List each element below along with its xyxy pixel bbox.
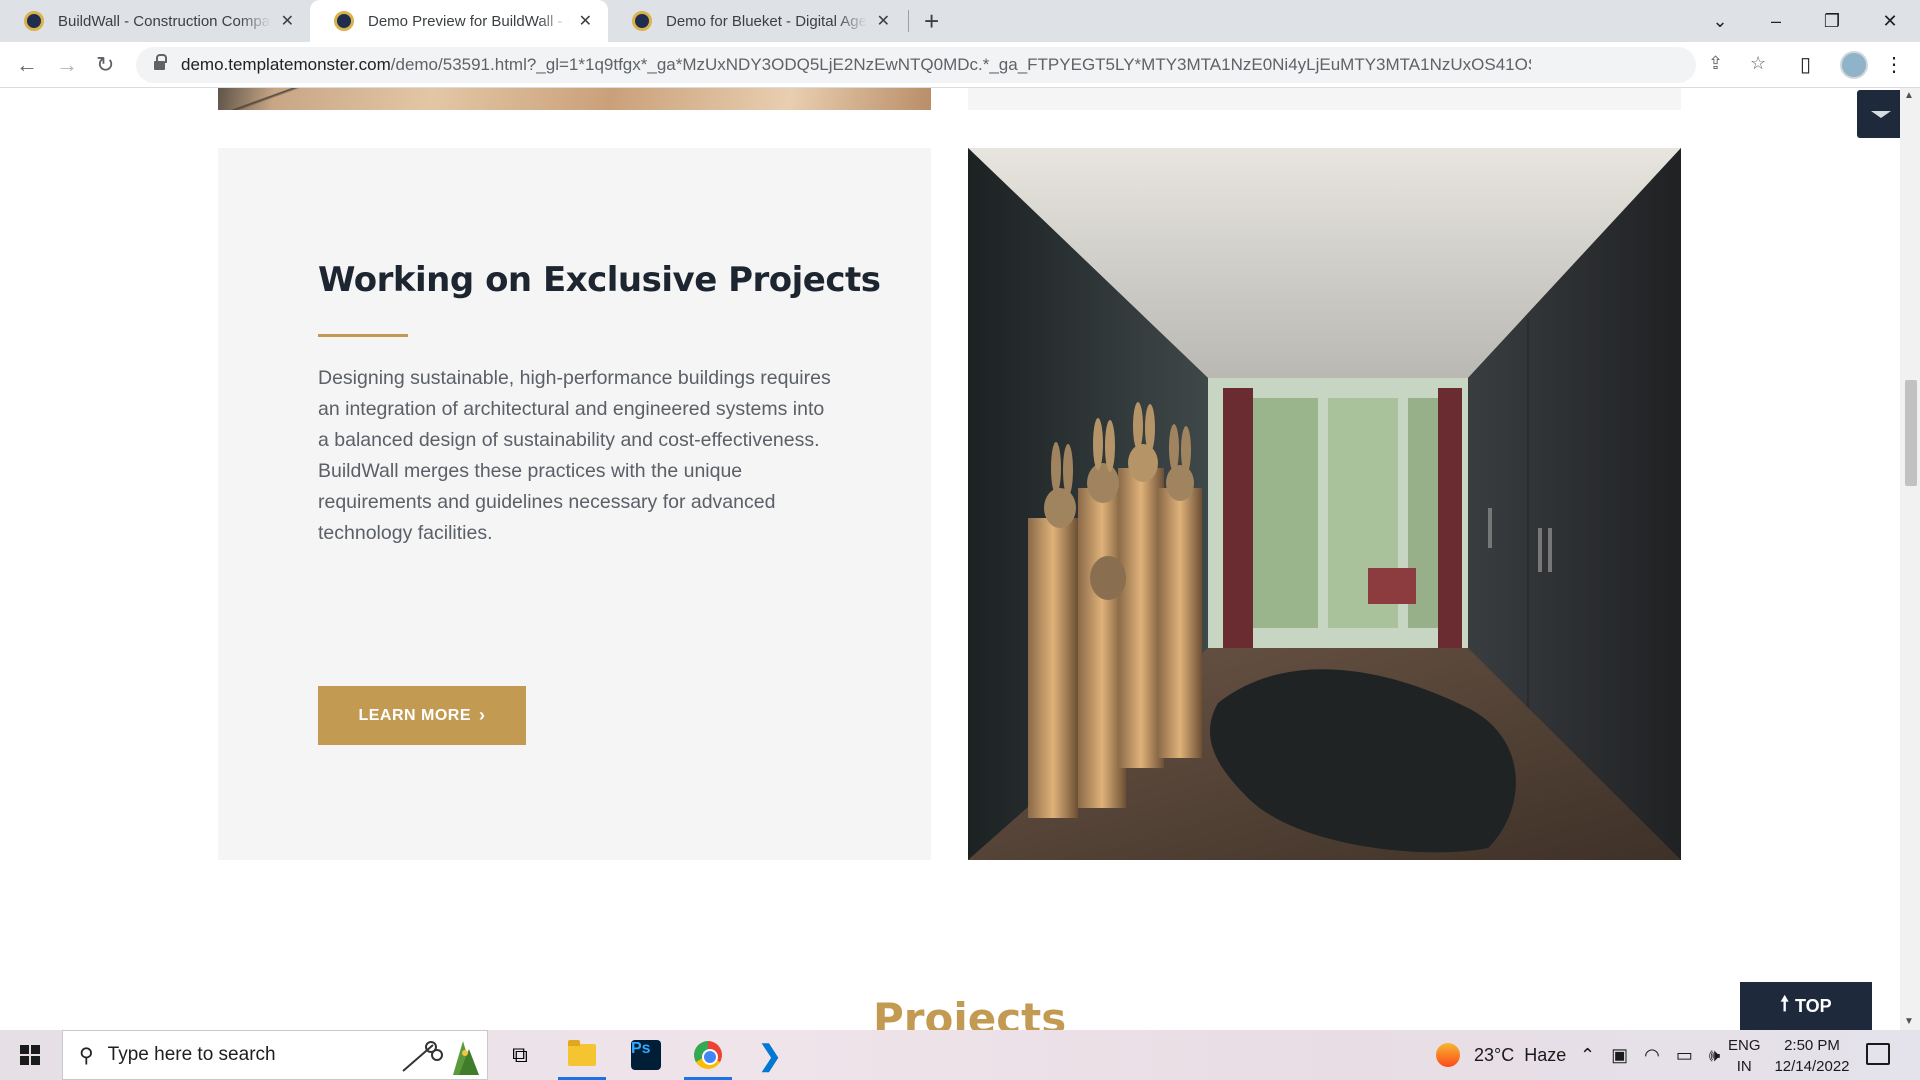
tab-title: Demo for Blueket - Digital Agency [666,12,867,30]
restore-icon[interactable]: ❐ [1804,0,1860,42]
share-icon[interactable]: ⇪ [1708,53,1723,74]
back-to-top-label: TOP [1794,995,1832,1016]
chevron-right-icon: › [479,705,486,725]
volume-icon[interactable]: 🕪 [1709,1045,1720,1066]
browser-toolbar: ← → ↻ demo.templatemonster.com/demo/5359… [0,42,1920,88]
tab-title: BuildWall - Construction Company [58,12,271,30]
search-placeholder: Type here to search [107,1044,276,1065]
close-icon[interactable]: ✕ [877,11,890,31]
weather-desc: Haze [1524,1044,1567,1065]
arrow-up-icon: 🠕 [1780,993,1789,1015]
panel-toggle-button[interactable] [1857,90,1900,138]
profile-avatar[interactable] [1840,51,1868,79]
taskbar-search-input[interactable]: ⚲ Type here to search [62,1030,488,1080]
lang-line1: ENG [1728,1037,1761,1054]
notification-icon[interactable] [1866,1043,1890,1065]
back-icon[interactable]: ← [16,52,38,78]
window-close-icon[interactable]: ✕ [1862,0,1918,42]
clock-date: 12/14/2022 [1774,1058,1850,1075]
weather-temp: 23°C [1474,1044,1515,1065]
page-scrollbar[interactable]: ▲ ▼ [1900,88,1920,1030]
file-explorer-icon[interactable] [558,1037,606,1080]
page-viewport: Working on Exclusive Projects Designing … [0,88,1900,1030]
windows-taskbar: ⚲ Type here to search ⧉ Ps ❯ 23°C Haze ⌃… [0,1030,1920,1080]
vscode-icon[interactable]: ❯ [752,1037,788,1073]
url-text[interactable]: demo.templatemonster.com/demo/53591.html… [181,55,1531,75]
close-icon[interactable]: ✕ [579,11,592,31]
reload-icon[interactable]: ↻ [96,52,114,78]
scroll-down-icon[interactable]: ▼ [1904,1016,1914,1027]
tab-demo-preview[interactable]: Demo Preview for BuildWall - Constructio… [310,0,608,42]
feature-heading: Working on Exclusive Projects [318,260,881,300]
url-path: /demo/53591.html?_gl=1*1q9tfgx*_ga*MzUxN… [390,55,1531,74]
tab-buildwall[interactable]: BuildWall - Construction Company ✕ [0,0,310,42]
learn-more-label: LEARN MORE [358,706,472,724]
tab-separator [908,10,909,32]
windows-icon[interactable] [20,1045,40,1065]
sidepanel-icon[interactable]: ▯ [1800,52,1811,77]
language-indicator[interactable]: ENG IN [1728,1035,1761,1077]
lock-icon[interactable] [154,54,167,71]
tab-blueket[interactable]: Demo for Blueket - Digital Agency ✕ [608,0,906,42]
battery-icon[interactable]: ▭ [1676,1045,1693,1066]
wifi-icon[interactable]: ◠ [1644,1045,1660,1066]
show-hidden-icons-icon[interactable]: ⌃ [1580,1045,1595,1066]
search-highlight-illustration [402,1041,479,1075]
clock-time: 2:50 PM [1784,1037,1840,1054]
scroll-thumb[interactable] [1905,380,1917,486]
search-icon: ⚲ [79,1044,94,1067]
heading-divider [318,334,408,337]
star-icon[interactable]: ☆ [1750,53,1766,74]
lang-line2: IN [1736,1058,1752,1075]
taskbar-clock[interactable]: 2:50 PM 12/14/2022 [1762,1035,1862,1077]
feature-text-panel: Working on Exclusive Projects Designing … [218,148,931,860]
address-bar[interactable]: demo.templatemonster.com/demo/53591.html… [136,47,1766,83]
back-to-top-button[interactable]: 🠕 TOP [1740,982,1872,1030]
tab-title: Demo Preview for BuildWall - Constructio… [368,12,569,30]
feature-description: Designing sustainable, high-performance … [318,367,831,544]
minimize-icon[interactable]: – [1748,0,1804,42]
new-tab-button[interactable]: + [924,6,939,37]
url-host: demo.templatemonster.com [181,55,391,74]
previous-text-panel [968,88,1681,110]
scroll-up-icon[interactable]: ▲ [1904,90,1914,101]
site-favicon-icon [632,11,652,31]
haze-icon [1436,1043,1460,1067]
close-icon[interactable]: ✕ [281,11,294,31]
site-favicon-icon [334,11,354,31]
task-view-icon[interactable]: ⧉ [502,1037,538,1073]
system-tray: ⌃ ▣ ◠ ▭ 🕪 [1580,1030,1720,1080]
projects-section-title: Projects [873,994,1067,1030]
menu-icon[interactable]: ⋮ [1884,52,1904,77]
interior-photo [968,148,1681,860]
site-favicon-icon [24,11,44,31]
chrome-icon[interactable] [684,1037,732,1080]
chevron-down-icon [1871,110,1891,118]
previous-project-image [218,88,931,110]
learn-more-button[interactable]: LEARN MORE › [318,686,526,745]
browser-tab-bar: BuildWall - Construction Company ✕ Demo … [0,0,1920,42]
meet-now-icon[interactable]: ▣ [1611,1045,1628,1066]
interior-photo-illustration [968,148,1681,860]
forward-icon[interactable]: → [56,52,78,78]
photoshop-icon[interactable]: Ps [628,1037,664,1073]
tab-search-icon[interactable]: ⌄ [1692,0,1748,42]
weather-widget[interactable]: 23°C Haze [1436,1030,1566,1080]
